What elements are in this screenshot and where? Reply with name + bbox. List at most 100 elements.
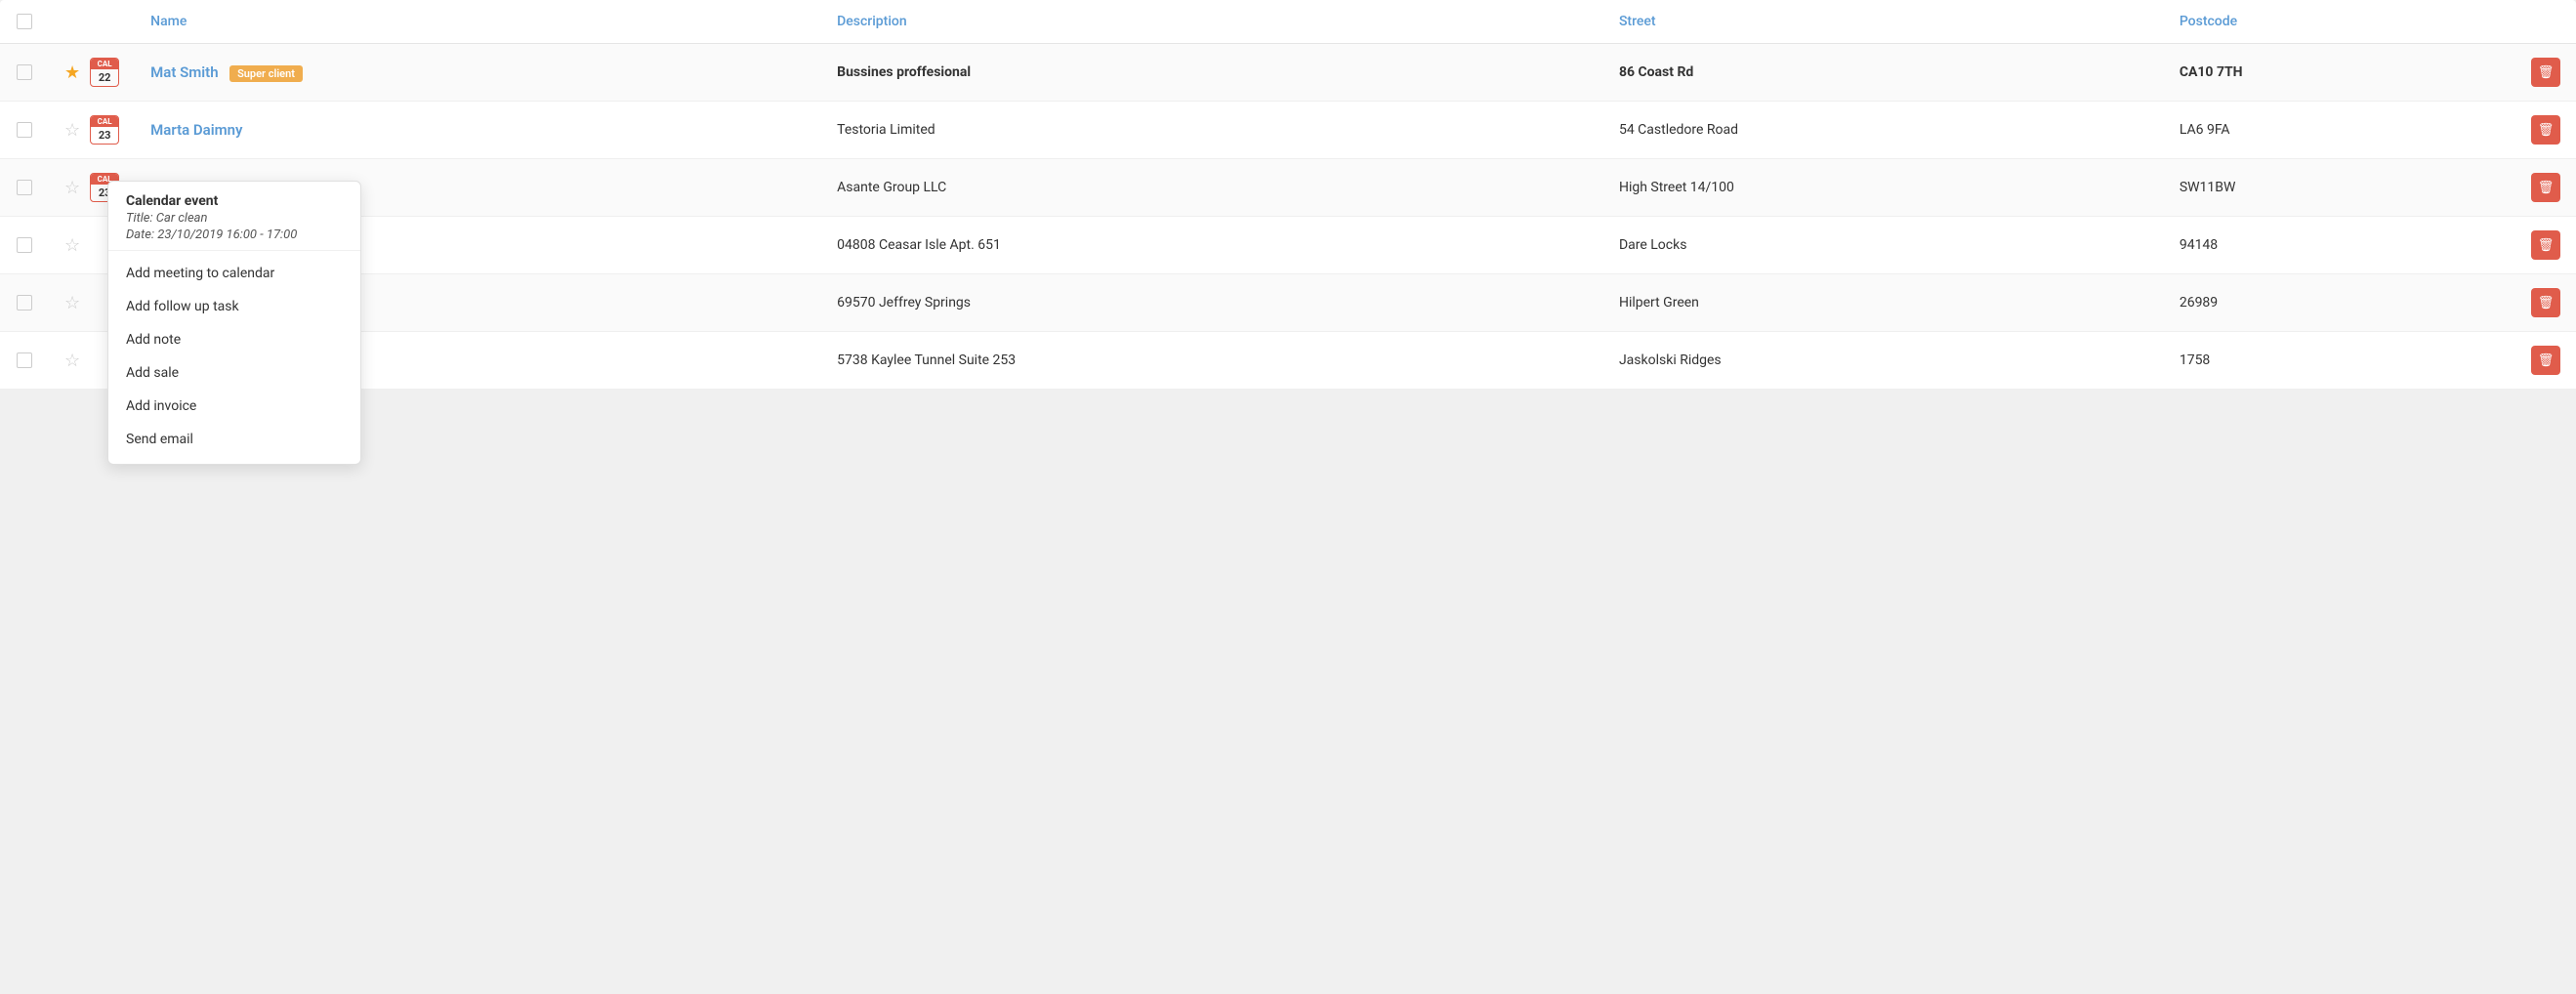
select-all-checkbox[interactable] xyxy=(17,14,32,29)
row-checkbox-cell xyxy=(0,159,49,217)
row-checkbox-cell xyxy=(0,217,49,274)
select-all-col xyxy=(0,0,49,44)
row-checkbox-cell xyxy=(0,44,49,102)
popup-event-date: Date: 23/10/2019 16:00 - 17:00 xyxy=(126,228,343,242)
row-actions-cell: 🗑 xyxy=(2515,274,2576,332)
row-name-cell: Marta Daimny xyxy=(135,102,821,159)
row-description-cell: 69570 Jeffrey Springs xyxy=(821,274,1603,332)
cal-day-label: 22 xyxy=(99,69,111,86)
postcode-text: 26989 xyxy=(2180,295,2218,311)
cal-day-label: 23 xyxy=(99,127,111,144)
row-street-cell: Hilpert Green xyxy=(1603,274,2164,332)
row-postcode-cell: LA6 9FA xyxy=(2164,102,2515,159)
calendar-event-popup: Calendar event Title: Car clean Date: 23… xyxy=(107,181,361,465)
row-checkbox[interactable] xyxy=(17,180,32,195)
icons-col-header xyxy=(49,0,135,44)
postcode-text: 94148 xyxy=(2180,237,2218,253)
delete-button[interactable]: 🗑 xyxy=(2531,58,2560,87)
star-icon[interactable]: ☆ xyxy=(64,178,80,198)
star-icon[interactable]: ☆ xyxy=(64,120,80,141)
row-description-cell: Bussines proffesional xyxy=(821,44,1603,102)
row-postcode-cell: CA10 7TH xyxy=(2164,44,2515,102)
street-col-header: Street xyxy=(1603,0,2164,44)
table-row: ☆ 04808 Ceasar Isle Apt. 651 Dare Locks … xyxy=(0,217,2576,274)
cal-month-label: CAL xyxy=(91,59,118,69)
event-title-value: Car clean xyxy=(156,211,208,226)
row-checkbox-cell xyxy=(0,102,49,159)
street-text: Dare Locks xyxy=(1619,237,1687,253)
row-checkbox-cell xyxy=(0,332,49,390)
row-postcode-cell: 94148 xyxy=(2164,217,2515,274)
row-postcode-cell: 26989 xyxy=(2164,274,2515,332)
row-checkbox[interactable] xyxy=(17,237,32,253)
row-street-cell: Dare Locks xyxy=(1603,217,2164,274)
row-checkbox[interactable] xyxy=(17,122,32,138)
calendar-icon[interactable]: CAL 23 xyxy=(90,115,119,145)
popup-menu-item-sale[interactable]: Add sale xyxy=(108,356,360,390)
description-text: 04808 Ceasar Isle Apt. 651 xyxy=(837,237,1001,253)
delete-button[interactable]: 🗑 xyxy=(2531,115,2560,145)
delete-button[interactable]: 🗑 xyxy=(2531,173,2560,202)
popup-menu-item-followup[interactable]: Add follow up task xyxy=(108,290,360,323)
row-icons-cell: ★ CAL 22 xyxy=(49,44,135,102)
star-icon[interactable]: ☆ xyxy=(64,293,80,313)
street-text: Jaskolski Ridges xyxy=(1619,352,1722,368)
title-label: Title: xyxy=(126,211,153,226)
star-icon[interactable]: ☆ xyxy=(64,351,80,371)
street-text: High Street 14/100 xyxy=(1619,180,1734,195)
street-text: Hilpert Green xyxy=(1619,295,1699,311)
row-postcode-cell: SW11BW xyxy=(2164,159,2515,217)
row-checkbox[interactable] xyxy=(17,64,32,80)
name-col-header: Name xyxy=(135,0,821,44)
row-actions-cell: 🗑 xyxy=(2515,217,2576,274)
star-icon[interactable]: ★ xyxy=(64,62,80,83)
row-street-cell: Jaskolski Ridges xyxy=(1603,332,2164,390)
row-street-cell: High Street 14/100 xyxy=(1603,159,2164,217)
popup-menu-item-invoice[interactable]: Add invoice xyxy=(108,390,360,423)
table-row: ☆ CAL 23 Marta Daimny Testoria Limited 5… xyxy=(0,102,2576,159)
table-row: ☆ CAL 23 Martin Kowalsky VIP Asante Grou… xyxy=(0,159,2576,217)
row-checkbox-cell xyxy=(0,274,49,332)
table-row: ☆ 5738 Kaylee Tunnel Suite 253 Jaskolski… xyxy=(0,332,2576,390)
row-name-cell: Mat Smith Super client xyxy=(135,44,821,102)
contact-name-link[interactable]: Marta Daimny xyxy=(150,121,242,139)
date-label: Date: xyxy=(126,228,154,242)
delete-button[interactable]: 🗑 xyxy=(2531,230,2560,260)
row-postcode-cell: 1758 xyxy=(2164,332,2515,390)
popup-title: Calendar event xyxy=(126,193,343,209)
popup-header: Calendar event Title: Car clean Date: 23… xyxy=(108,193,360,251)
popup-menu-item-email[interactable]: Send email xyxy=(108,423,360,456)
description-text: 69570 Jeffrey Springs xyxy=(837,295,971,311)
row-description-cell: Testoria Limited xyxy=(821,102,1603,159)
event-date-value: 23/10/2019 16:00 - 17:00 xyxy=(157,228,297,242)
star-icon[interactable]: ☆ xyxy=(64,235,80,256)
popup-menu-item-meeting[interactable]: Add meeting to calendar xyxy=(108,257,360,290)
description-text: 5738 Kaylee Tunnel Suite 253 xyxy=(837,352,1016,368)
postcode-text: LA6 9FA xyxy=(2180,122,2230,138)
row-description-cell: Asante Group LLC xyxy=(821,159,1603,217)
contact-name-link[interactable]: Mat Smith xyxy=(150,63,218,81)
super-client-badge: Super client xyxy=(229,65,303,82)
row-actions-cell: 🗑 xyxy=(2515,102,2576,159)
calendar-icon[interactable]: CAL 22 xyxy=(90,58,119,87)
delete-button[interactable]: 🗑 xyxy=(2531,346,2560,375)
row-street-cell: 86 Coast Rd xyxy=(1603,44,2164,102)
popup-event-title: Title: Car clean xyxy=(126,211,343,226)
row-street-cell: 54 Castledore Road xyxy=(1603,102,2164,159)
row-actions-cell: 🗑 xyxy=(2515,159,2576,217)
row-actions-cell: 🗑 xyxy=(2515,332,2576,390)
popup-menu-item-note[interactable]: Add note xyxy=(108,323,360,356)
description-col-header: Description xyxy=(821,0,1603,44)
row-checkbox[interactable] xyxy=(17,295,32,311)
row-actions-cell: 🗑 xyxy=(2515,44,2576,102)
row-checkbox[interactable] xyxy=(17,352,32,368)
street-text: 86 Coast Rd xyxy=(1619,64,1693,80)
row-description-cell: 5738 Kaylee Tunnel Suite 253 xyxy=(821,332,1603,390)
description-text: Testoria Limited xyxy=(837,122,935,138)
postcode-col-header: Postcode xyxy=(2164,0,2515,44)
street-text: 54 Castledore Road xyxy=(1619,122,1738,138)
postcode-text: 1758 xyxy=(2180,352,2210,368)
row-description-cell: 04808 Ceasar Isle Apt. 651 xyxy=(821,217,1603,274)
delete-button[interactable]: 🗑 xyxy=(2531,288,2560,317)
postcode-text: SW11BW xyxy=(2180,180,2236,195)
